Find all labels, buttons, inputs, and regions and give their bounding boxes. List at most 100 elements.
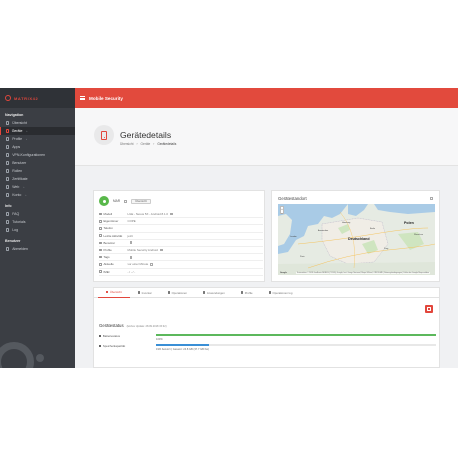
sidebar-item[interactable]: FAQ <box>0 210 75 218</box>
action-button[interactable] <box>425 305 433 313</box>
sidebar: MATRIX42 Navigation Übersicht Geräte › Profi… <box>0 88 75 368</box>
sidebar-item-label: Benutzer <box>12 161 27 165</box>
map-title: Gerätestandort <box>278 196 307 201</box>
edit-icon[interactable] <box>129 255 133 259</box>
status-heading: Gerätestatus <box>99 323 124 328</box>
overview-button[interactable]: Übersicht <box>131 198 151 204</box>
page-title: Gerätedetails <box>120 130 172 140</box>
map-zoom-control[interactable]: +− <box>280 206 284 215</box>
chevron-right-icon: › <box>25 193 27 197</box>
breadcrumb-separator-icon: › <box>153 142 155 146</box>
location-map[interactable]: +− Deutschland Polen Berlin Hamburg Lond… <box>278 204 435 275</box>
status-body: 19% benutzt ( Gesamt: 24.8 GB (37.7 GB f… <box>156 344 436 351</box>
sidebar-item-label: Übersicht <box>12 121 27 125</box>
property-value: vor einer Minute <box>128 262 154 266</box>
brand[interactable]: MATRIX42 <box>0 88 75 108</box>
property-row: Benutzer <box>99 240 263 247</box>
property-row: Letzte Aktivität jetzt <box>99 233 263 240</box>
edit-icon[interactable] <box>170 212 173 216</box>
property-row: Tags <box>99 254 263 262</box>
edit-icon[interactable] <box>159 248 163 252</box>
breadcrumb-separator-icon: › <box>136 142 138 146</box>
map-label-berlin: Berlin <box>370 228 376 230</box>
status-label: Batteriestatus <box>99 334 156 338</box>
watermark-dot-icon <box>36 354 44 362</box>
sidebar-item[interactable]: Web › <box>0 183 75 191</box>
tab-icon <box>268 291 272 294</box>
property-value: jetzt <box>128 234 133 238</box>
logout-icon <box>6 247 10 251</box>
tab-label: Übersicht <box>109 290 122 294</box>
sidebar-item-label: Log <box>12 228 19 232</box>
sidebar-item[interactable]: Abmelden <box>0 245 75 253</box>
sidebar-item[interactable]: Tutorials <box>0 218 75 226</box>
tab[interactable]: Übersicht <box>98 288 130 298</box>
property-row: IMEI - / - / - <box>99 269 263 276</box>
edit-icon[interactable] <box>150 263 154 266</box>
status-label-text: Batteriestatus <box>102 334 120 338</box>
map-label-warsaw: Warschau <box>414 234 423 236</box>
edit-icon[interactable] <box>129 241 133 245</box>
map-attribution: Kartendaten © 2018 GeoBasis-DE/BKG (©200… <box>296 272 431 274</box>
battery-icon <box>99 334 102 338</box>
sidebar-item[interactable]: Apps <box>0 143 75 151</box>
sidebar-item[interactable]: Konto › <box>0 191 75 199</box>
property-value-text: vor einer Minute <box>127 262 149 267</box>
nav-section-heading: Info <box>5 204 12 208</box>
status-label-text: Speicherkapazität <box>102 344 126 348</box>
property-label: Profile <box>103 248 112 253</box>
sidebar-item[interactable]: Geräte › <box>0 127 75 135</box>
device-location-card: Gerätestandort +− Deutschland Polen Berl… <box>271 190 440 282</box>
sidebar-nav: Navigation Übersicht Geräte › Profile › Apps VP… <box>0 108 75 253</box>
chevron-right-icon: › <box>26 129 28 133</box>
property-icon <box>99 241 102 245</box>
property-value: COPE <box>128 219 136 223</box>
property-row: Telefon <box>99 225 263 233</box>
sidebar-item[interactable]: Übersicht <box>0 119 75 127</box>
tab-icon <box>240 291 244 294</box>
tab-label: Operationen <box>171 290 188 295</box>
property-row: Modell LGE - Nexus 5X - Android 8.1.0 <box>99 211 263 219</box>
property-icon <box>99 255 102 259</box>
property-value <box>128 255 133 259</box>
nav-section-heading: Benutzer <box>5 239 21 243</box>
app-title: Mobile Security <box>89 95 123 101</box>
property-value-text: - / - / - <box>127 269 136 274</box>
property-label: Eigentümer <box>103 219 119 224</box>
sidebar-item[interactable]: Benutzer <box>0 159 75 167</box>
google-logo: Google <box>280 272 287 274</box>
sidebar-item[interactable]: Log <box>0 226 75 234</box>
breadcrumb: Übersicht › Geräte › Gerätedetails <box>120 142 176 146</box>
sidebar-item[interactable]: Zertifikate <box>0 175 75 183</box>
sidebar-item[interactable]: VPN-Konfigurationen <box>0 151 75 159</box>
property-icon <box>99 270 102 273</box>
tab[interactable]: Operationen <box>160 288 195 298</box>
tab[interactable]: Inventar <box>130 288 160 298</box>
tab-bar: Übersicht Inventar Operationen Anwendungen P… <box>94 288 439 298</box>
progress-bar-fill <box>156 334 436 336</box>
sidebar-item[interactable]: Rollen <box>0 167 75 175</box>
property-value-text: LGE - Nexus 5X - Android 8.1.0 <box>127 212 169 217</box>
tab[interactable]: Profile <box>233 288 261 298</box>
map-label-london: London <box>290 236 297 238</box>
tab[interactable]: Anwendungen <box>195 288 233 298</box>
sidebar-item-label: VPN-Konfigurationen <box>12 153 46 157</box>
property-label: IMEI <box>103 269 110 274</box>
breadcrumb-item[interactable]: Geräte <box>141 142 151 146</box>
tab[interactable]: Operationen log <box>261 288 301 298</box>
breadcrumb-item[interactable]: Übersicht <box>120 142 133 146</box>
property-label: Tags <box>103 255 110 260</box>
property-value-text: COPE <box>127 219 136 224</box>
property-row: Eigentümer COPE <box>99 218 263 226</box>
property-icon <box>99 220 102 223</box>
edit-name-icon[interactable] <box>124 199 128 203</box>
tab-icon <box>167 291 171 294</box>
home-icon <box>6 121 10 125</box>
tab-label: Profile <box>244 290 253 295</box>
sidebar-item[interactable]: Profile › <box>0 135 75 143</box>
tab-label: Inventar <box>141 290 152 295</box>
property-label: Aktuelle <box>103 262 114 267</box>
expand-map-icon[interactable] <box>430 197 433 200</box>
menu-toggle-icon[interactable] <box>80 96 85 100</box>
phone-icon <box>101 130 107 140</box>
